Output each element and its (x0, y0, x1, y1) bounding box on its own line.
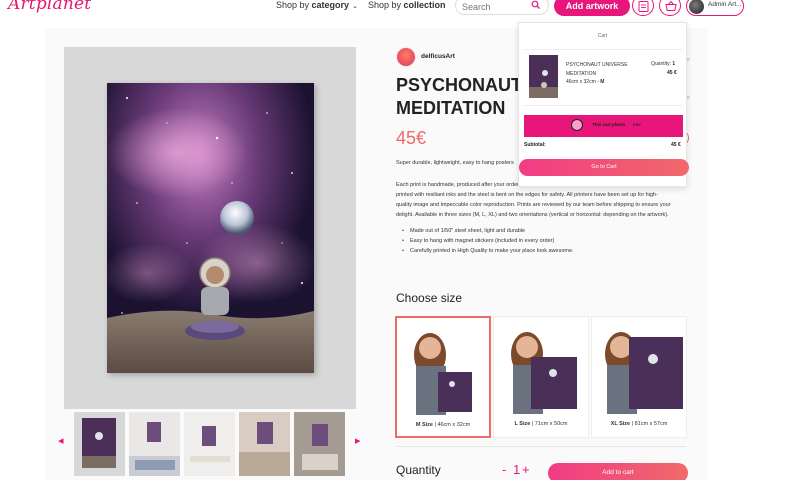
plants-text: This cart plants (592, 122, 626, 127)
cart-item-dims: 46cm x 32cm - (566, 79, 601, 85)
description-line: Each print is handmade, produced after y… (396, 182, 519, 188)
description-line: delight. Available in three sizes (M, L,… (396, 212, 669, 218)
cart-item-qty-label: Quantity: (651, 61, 672, 67)
size-option-m[interactable]: M Size | 46cm x 32cm (395, 316, 491, 438)
shop-by-collection-menu[interactable]: Shop by collection (368, 0, 446, 10)
cart-item-image[interactable] (529, 55, 558, 98)
divider (523, 49, 683, 50)
artist-name[interactable]: delficusArt (421, 53, 455, 60)
search-icon[interactable] (531, 0, 541, 10)
add-to-cart-button[interactable]: Add to cart (548, 463, 688, 480)
description-line: quality image and impeccable color repro… (396, 202, 671, 208)
feature-list: Made out of 1/50" steel sheet, light and… (402, 226, 682, 256)
cart-title: Cart (597, 33, 608, 39)
search-box (455, 0, 549, 16)
size-option-l[interactable]: L Size | 71cm x 50cm (493, 316, 589, 438)
size-preview-image (400, 320, 488, 415)
subtotal-label: Subtotal: (524, 142, 546, 148)
cart-item-name[interactable]: PSYCHONAUT UNIVERSE MEDITATION (566, 61, 642, 79)
cart-button[interactable] (659, 0, 681, 16)
thumbnail-5[interactable] (294, 412, 345, 476)
feature-item: Easy to hang with magnet stickers (inclu… (402, 236, 682, 246)
nav-collection-prefix: Shop by (368, 0, 402, 10)
thumbnail-1[interactable] (74, 412, 125, 476)
cart-item-qty-value: 1 (672, 61, 676, 67)
thumbnail-strip: ◂ ▸ (58, 412, 370, 478)
size-dims: | 71cm x 50cm (531, 421, 568, 427)
size-label: M Size | 46cm x 32cm (397, 422, 489, 428)
title-line-1: PSYCHONAUT UNIVERSE (396, 75, 526, 95)
product-title: PSYCHONAUT UNIVERSE MEDITATION (396, 74, 526, 120)
cart-item-size: 46cm x 32cm - M (566, 79, 604, 85)
short-description: Super durable, lightweight, easy to hang… (396, 160, 514, 166)
obscured-text: e (687, 95, 690, 101)
description-line: printed with resiliant inks and the stee… (396, 192, 658, 198)
choose-size-heading: Choose size (396, 291, 463, 305)
quantity-value[interactable]: 1 (513, 462, 520, 477)
size-label: L Size | 71cm x 50cm (494, 421, 588, 427)
quantity-label: Quantity (396, 463, 441, 477)
tree-planting-banner: This cart plants tree (524, 115, 683, 137)
plants-count: tree (633, 122, 641, 127)
basket-icon (665, 0, 677, 11)
quantity-increase-button[interactable]: + (522, 462, 530, 477)
size-code: L Size (514, 421, 531, 427)
subtotal-value: 45 € (671, 142, 681, 148)
size-preview-image (497, 319, 585, 414)
cart-item-size-code: M (600, 79, 605, 85)
size-dims: | 46cm x 32cm (434, 422, 471, 428)
size-label: XL Size | 81cm x 57cm (592, 421, 686, 427)
nav-category-bold: category (311, 0, 350, 10)
artist-avatar[interactable] (396, 47, 416, 67)
user-name: Admin Art... (708, 1, 742, 8)
product-price: 45€ (396, 128, 427, 148)
nav-collection-bold: collection (403, 0, 446, 10)
cart-item-price: 45 € (667, 70, 677, 76)
size-code: M Size (415, 422, 433, 428)
size-option-xl[interactable]: XL Size | 81cm x 57cm (591, 316, 687, 438)
tree-icon (571, 119, 583, 131)
divider (396, 446, 686, 447)
orders-button[interactable] (632, 0, 654, 16)
add-artwork-button[interactable]: Add artwork (554, 0, 630, 16)
user-menu[interactable]: Admin Art... (686, 0, 744, 16)
size-code: XL Size (610, 421, 631, 427)
thumbnail-3[interactable] (184, 412, 235, 476)
thumbnail-2[interactable] (129, 412, 180, 476)
artwork-poster (107, 83, 314, 373)
divider (523, 105, 683, 106)
artplanet-logo[interactable]: Artplanet (8, 0, 91, 14)
chevron-right-icon[interactable]: ▸ (355, 434, 361, 447)
size-dims: | 81cm x 57cm (631, 421, 668, 427)
size-preview-image (595, 319, 683, 414)
top-header: Artplanet Shop by category ⌄ Shop by coll… (0, 0, 800, 18)
avatar (689, 0, 704, 14)
obscured-text: e (687, 57, 690, 63)
clipboard-icon (638, 1, 649, 12)
feature-item: Carefully printed in High Quality to mak… (402, 246, 682, 256)
cart-popup: Cart PSYCHONAUT UNIVERSE MEDITATION 46cm… (518, 22, 689, 187)
title-line-2: MEDITATION (396, 98, 506, 118)
search-input[interactable] (462, 0, 532, 16)
nav-category-prefix: Shop by (276, 0, 310, 10)
chevron-left-icon[interactable]: ◂ (58, 434, 64, 447)
thumbnail-4[interactable] (239, 412, 290, 476)
quantity-decrease-button[interactable]: - (502, 462, 506, 477)
chevron-down-icon: ⌄ (352, 3, 358, 10)
feature-item: Made out of 1/50" steel sheet, light and… (402, 226, 682, 236)
cart-item-quantity: Quantity: 1 (651, 61, 675, 67)
go-to-cart-button[interactable]: Go to Cart (519, 159, 689, 176)
shop-by-category-menu[interactable]: Shop by category ⌄ (276, 0, 358, 10)
